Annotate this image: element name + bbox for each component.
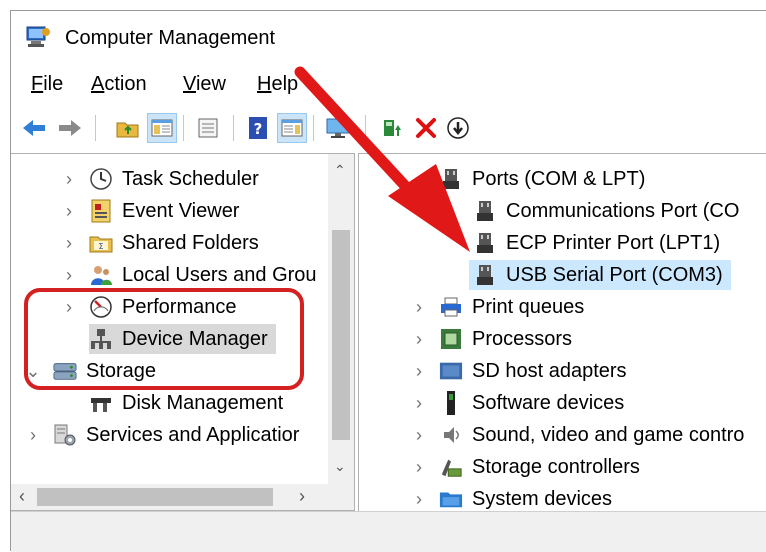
chevron-right-icon[interactable]: › (411, 297, 427, 318)
svg-text:Σ: Σ (98, 242, 103, 251)
sound-icon (439, 423, 463, 447)
tree-item-event-viewer[interactable]: › Event Viewer (61, 196, 239, 226)
chevron-right-icon[interactable]: › (411, 393, 427, 414)
svg-text:?: ? (254, 120, 263, 138)
scroll-right-icon[interactable]: › (299, 486, 305, 507)
device-category-sd-host-adapters[interactable]: › SD host adapters (411, 356, 627, 386)
back-arrow-icon[interactable] (19, 113, 49, 143)
chevron-right-icon[interactable]: › (61, 233, 77, 254)
properties-icon[interactable] (193, 113, 223, 143)
processor-icon (439, 327, 463, 351)
menu-action[interactable]: Action (91, 73, 147, 96)
port-icon (473, 199, 497, 223)
chevron-right-icon[interactable]: › (411, 329, 427, 350)
scrollbar-thumb[interactable] (332, 230, 350, 440)
uninstall-device-icon[interactable] (411, 113, 441, 143)
storage-controller-icon (439, 455, 463, 479)
scroll-up-icon[interactable]: ⌃ (334, 162, 346, 179)
chevron-right-icon[interactable]: › (61, 201, 77, 222)
software-device-icon (439, 391, 463, 415)
status-bar (11, 511, 766, 552)
device-communications-port[interactable]: Communications Port (CO (473, 196, 739, 226)
device-category-sound-video-game[interactable]: › Sound, video and game contro (411, 420, 744, 450)
annotation-highlight-box (24, 288, 304, 390)
help-icon[interactable]: ? (243, 113, 273, 143)
event-viewer-icon (89, 199, 113, 223)
tree-item-task-scheduler[interactable]: › Task Scheduler (61, 164, 259, 194)
horizontal-scrollbar[interactable]: ‹ › (11, 484, 354, 510)
port-icon (473, 231, 497, 255)
computer-management-window: Computer Management File Action View Hel… (10, 10, 766, 552)
port-icon (473, 263, 497, 287)
shared-folders-icon: Σ (89, 231, 113, 255)
users-icon (89, 263, 113, 287)
chevron-right-icon[interactable]: › (411, 425, 427, 446)
system-devices-icon (439, 487, 463, 511)
device-ecp-printer-port[interactable]: ECP Printer Port (LPT1) (473, 228, 720, 258)
show-hide-tree-icon[interactable] (147, 113, 177, 143)
chevron-right-icon[interactable]: › (411, 489, 427, 510)
forward-arrow-icon[interactable] (55, 113, 85, 143)
computer-management-icon (26, 26, 50, 47)
device-category-print-queues[interactable]: › Print queues (411, 292, 584, 322)
port-icon (439, 167, 463, 191)
toolbar: ? (11, 109, 766, 149)
title-bar: Computer Management (11, 11, 766, 63)
up-folder-icon[interactable] (113, 113, 143, 143)
menu-file[interactable]: File (31, 73, 63, 96)
menu-help[interactable]: Help (257, 73, 298, 96)
tree-item-services-and-applications[interactable]: › Services and Applicatior (25, 420, 299, 450)
device-category-ports[interactable]: ⌄ Ports (COM & LPT) (411, 164, 645, 194)
sd-adapter-icon (439, 359, 463, 383)
device-list-pane[interactable]: ⌄ Ports (COM & LPT) Communications Port … (358, 153, 766, 511)
clock-icon (89, 167, 113, 191)
update-driver-icon[interactable] (377, 113, 407, 143)
scroll-left-icon[interactable]: ‹ (19, 486, 25, 507)
chevron-right-icon[interactable]: › (411, 361, 427, 382)
disk-management-icon (89, 391, 113, 415)
scroll-down-icon[interactable]: ⌄ (334, 458, 346, 475)
menu-view[interactable]: View (183, 73, 226, 96)
device-usb-serial-port[interactable]: USB Serial Port (COM3) (469, 260, 731, 290)
chevron-right-icon[interactable]: › (411, 457, 427, 478)
tree-item-shared-folders[interactable]: › Σ Shared Folders (61, 228, 259, 258)
device-category-storage-controllers[interactable]: › Storage controllers (411, 452, 640, 482)
chevron-right-icon[interactable]: › (61, 169, 77, 190)
menu-bar: File Action View Help (11, 71, 766, 105)
action-pane-icon[interactable] (277, 113, 307, 143)
chevron-right-icon[interactable]: › (61, 265, 77, 286)
chevron-down-icon[interactable]: ⌄ (411, 169, 427, 190)
tree-item-disk-management[interactable]: Disk Management (89, 388, 283, 418)
printer-icon (439, 295, 463, 319)
device-category-system-devices[interactable]: › System devices (411, 484, 612, 511)
disable-device-icon[interactable] (443, 113, 473, 143)
device-category-processors[interactable]: › Processors (411, 324, 572, 354)
services-icon (53, 423, 77, 447)
device-category-software-devices[interactable]: › Software devices (411, 388, 624, 418)
scrollbar-thumb[interactable] (37, 488, 273, 506)
monitor-icon[interactable] (323, 113, 353, 143)
tree-item-local-users-and-groups[interactable]: › Local Users and Grou (61, 260, 317, 290)
window-title: Computer Management (65, 27, 276, 49)
vertical-scrollbar[interactable]: ⌃ ⌄ (328, 154, 354, 486)
chevron-right-icon[interactable]: › (25, 425, 41, 446)
